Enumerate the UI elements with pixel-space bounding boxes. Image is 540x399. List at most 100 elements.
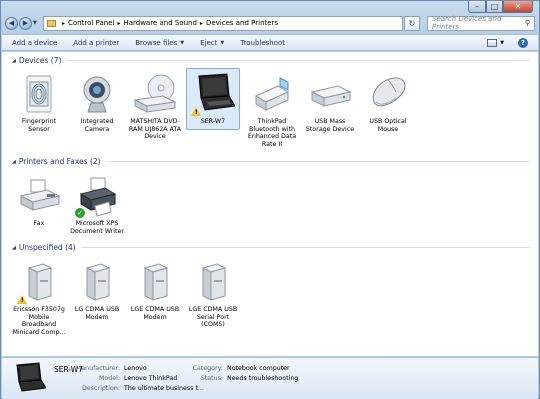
details-value: Notebook computer bbox=[227, 365, 290, 372]
group-title: Devices (7) bbox=[18, 56, 62, 65]
fax-icon bbox=[17, 174, 61, 218]
details-value: Lenovo bbox=[124, 365, 147, 372]
add-device-button[interactable]: Add a device bbox=[12, 39, 57, 47]
device-label: Ericsson F3507g Mobile Broadband Minicar… bbox=[12, 306, 66, 336]
eject-button[interactable]: Eject ▼ bbox=[200, 39, 224, 47]
device-usb-mass-storage[interactable]: USB Mass Storage Device bbox=[303, 72, 357, 133]
chevron-down-icon: ▼ bbox=[180, 39, 185, 46]
group-divider bbox=[106, 161, 530, 162]
eject-label: Eject bbox=[200, 38, 218, 47]
breadcrumb-separator-icon[interactable]: ▸ bbox=[200, 20, 203, 27]
details-key: Description: bbox=[82, 385, 120, 392]
device-label: MATSHITA DVD-RAM UJ862A ATA Device bbox=[128, 118, 182, 140]
device-lg-cdma-modem[interactable]: LG CDMA USB Modem bbox=[70, 260, 124, 321]
devices-and-printers-window: – □ ✕ ◀ ▶ ▼ ▸ Control Panel ▸ Hardware a… bbox=[0, 0, 540, 399]
toolbar-right: ▼ ? bbox=[487, 38, 528, 48]
device-label: ThinkPad Bluetooth with Enhanced Data Ra… bbox=[247, 118, 297, 148]
details-value: Lenovo ThinkPad bbox=[124, 375, 178, 382]
group-header-unspecified[interactable]: ◢ Unspecified (4) bbox=[12, 242, 530, 253]
breadcrumb-separator-icon[interactable]: ▸ bbox=[117, 20, 120, 27]
browse-files-button[interactable]: Browse files ▼ bbox=[135, 39, 184, 47]
forward-button[interactable]: ▶ bbox=[19, 16, 32, 30]
device-lge-serial-port[interactable]: LGE CDMA USB Serial Port (COM5) bbox=[186, 260, 240, 329]
close-button[interactable]: ✕ bbox=[503, 1, 533, 13]
warning-icon bbox=[191, 107, 201, 116]
search-placeholder: Search Devices and Printers bbox=[432, 15, 502, 31]
group-divider bbox=[67, 60, 530, 61]
troubleshoot-button[interactable]: Troubleshoot bbox=[240, 39, 285, 47]
default-printer-check-icon: ✓ bbox=[75, 208, 85, 218]
breadcrumb-control-panel[interactable]: Control Panel bbox=[68, 19, 114, 27]
forward-arrow-icon: ▶ bbox=[22, 19, 29, 27]
breadcrumb: ▸ Control Panel ▸ Hardware and Sound ▸ D… bbox=[59, 19, 278, 27]
printer-label: Microsoft XPS Document Writer bbox=[70, 220, 124, 235]
minimize-button[interactable]: – bbox=[468, 1, 486, 13]
device-usb-optical-mouse[interactable]: USB Optical Mouse bbox=[361, 72, 415, 133]
maximize-button[interactable]: □ bbox=[486, 1, 503, 13]
group-title: Printers and Faxes (2) bbox=[18, 157, 101, 166]
collapse-arrow-icon: ◢ bbox=[12, 244, 16, 251]
dvd-drive-icon bbox=[133, 72, 177, 116]
printer-label: Fax bbox=[33, 220, 45, 227]
browse-files-label: Browse files bbox=[135, 38, 178, 47]
control-panel-icon bbox=[47, 19, 56, 27]
device-integrated-camera[interactable]: Integrated Camera bbox=[70, 72, 124, 133]
details-key: Manufacturer: bbox=[75, 365, 120, 372]
group-header-devices[interactable]: ◢ Devices (7) bbox=[12, 55, 530, 66]
details-value: Needs troubleshooting bbox=[227, 375, 299, 382]
generic-device-icon bbox=[17, 260, 61, 304]
recent-pages-dropdown[interactable]: ▼ bbox=[33, 20, 40, 26]
add-device-label: Add a device bbox=[12, 38, 58, 47]
device-bluetooth-adapter[interactable]: ThinkPad Bluetooth with Enhanced Data Ra… bbox=[245, 72, 299, 148]
collapse-arrow-icon: ◢ bbox=[12, 158, 16, 165]
group-header-printers[interactable]: ◢ Printers and Faxes (2) bbox=[12, 156, 530, 167]
details-pane: SER-W7 Manufacturer: Lenovo Model: Lenov… bbox=[2, 357, 538, 399]
device-dvd-drive[interactable]: MATSHITA DVD-RAM UJ862A ATA Device bbox=[128, 72, 182, 141]
refresh-button[interactable]: ↻ bbox=[404, 15, 420, 31]
fingerprint-sensor-icon bbox=[17, 72, 61, 116]
generic-device-icon bbox=[191, 260, 235, 304]
details-value: The ultimate business t... bbox=[124, 385, 204, 392]
details-model: Model: Lenovo ThinkPad bbox=[56, 375, 177, 382]
back-button[interactable]: ◀ bbox=[5, 16, 18, 30]
laptop-icon bbox=[12, 362, 47, 394]
details-manufacturer: Manufacturer: Lenovo bbox=[56, 365, 147, 372]
collapse-arrow-icon: ◢ bbox=[12, 57, 16, 64]
device-label: LG CDMA USB Modem bbox=[74, 306, 120, 321]
command-bar: Add a device Add a printer Browse files ▼… bbox=[2, 34, 538, 51]
mouse-icon bbox=[366, 72, 410, 116]
details-description: Description: The ultimate business t... bbox=[56, 385, 204, 392]
printer-microsoft-xps[interactable]: ✓ Microsoft XPS Document Writer bbox=[70, 174, 124, 235]
search-input[interactable]: Search Devices and Printers ⚲ bbox=[427, 15, 535, 31]
bluetooth-adapter-icon bbox=[250, 72, 294, 116]
search-icon: ⚲ bbox=[524, 19, 530, 27]
device-label: Fingerprint Sensor bbox=[21, 118, 57, 133]
details-category: Category: Notebook computer bbox=[179, 365, 290, 372]
change-view-icon[interactable] bbox=[487, 39, 498, 47]
view-options-dropdown-icon[interactable]: ▼ bbox=[500, 40, 504, 46]
address-row: ◀ ▶ ▼ ▸ Control Panel ▸ Hardware and Sou… bbox=[5, 15, 535, 31]
breadcrumb-hardware-and-sound[interactable]: Hardware and Sound bbox=[123, 19, 196, 27]
webcam-icon bbox=[75, 72, 119, 116]
chevron-down-icon: ▼ bbox=[220, 39, 225, 46]
device-lge-cdma-modem[interactable]: LGE CDMA USB Modem bbox=[128, 260, 182, 321]
details-status: Status: Needs troubleshooting bbox=[179, 375, 299, 382]
device-label: USB Mass Storage Device bbox=[305, 118, 355, 133]
breadcrumb-devices-and-printers[interactable]: Devices and Printers bbox=[206, 19, 278, 27]
details-key: Model: bbox=[98, 375, 120, 382]
troubleshoot-label: Troubleshoot bbox=[240, 38, 286, 47]
group-divider bbox=[81, 247, 530, 248]
device-label: LGE CDMA USB Modem bbox=[130, 306, 180, 321]
generic-device-icon bbox=[75, 260, 119, 304]
device-ericsson-modem[interactable]: Ericsson F3507g Mobile Broadband Minicar… bbox=[12, 260, 66, 336]
device-fingerprint-sensor[interactable]: Fingerprint Sensor bbox=[12, 72, 66, 133]
add-printer-button[interactable]: Add a printer bbox=[73, 39, 119, 47]
printer-fax[interactable]: Fax bbox=[12, 174, 66, 228]
details-key: Category: bbox=[192, 365, 223, 372]
device-label: USB Optical Mouse bbox=[369, 118, 407, 133]
group-title: Unspecified (4) bbox=[18, 243, 76, 252]
external-drive-icon bbox=[308, 72, 352, 116]
help-icon[interactable]: ? bbox=[518, 38, 528, 48]
address-bar[interactable]: ▸ Control Panel ▸ Hardware and Sound ▸ D… bbox=[43, 15, 403, 31]
device-ser-w7[interactable]: SER-W7 bbox=[186, 68, 240, 130]
